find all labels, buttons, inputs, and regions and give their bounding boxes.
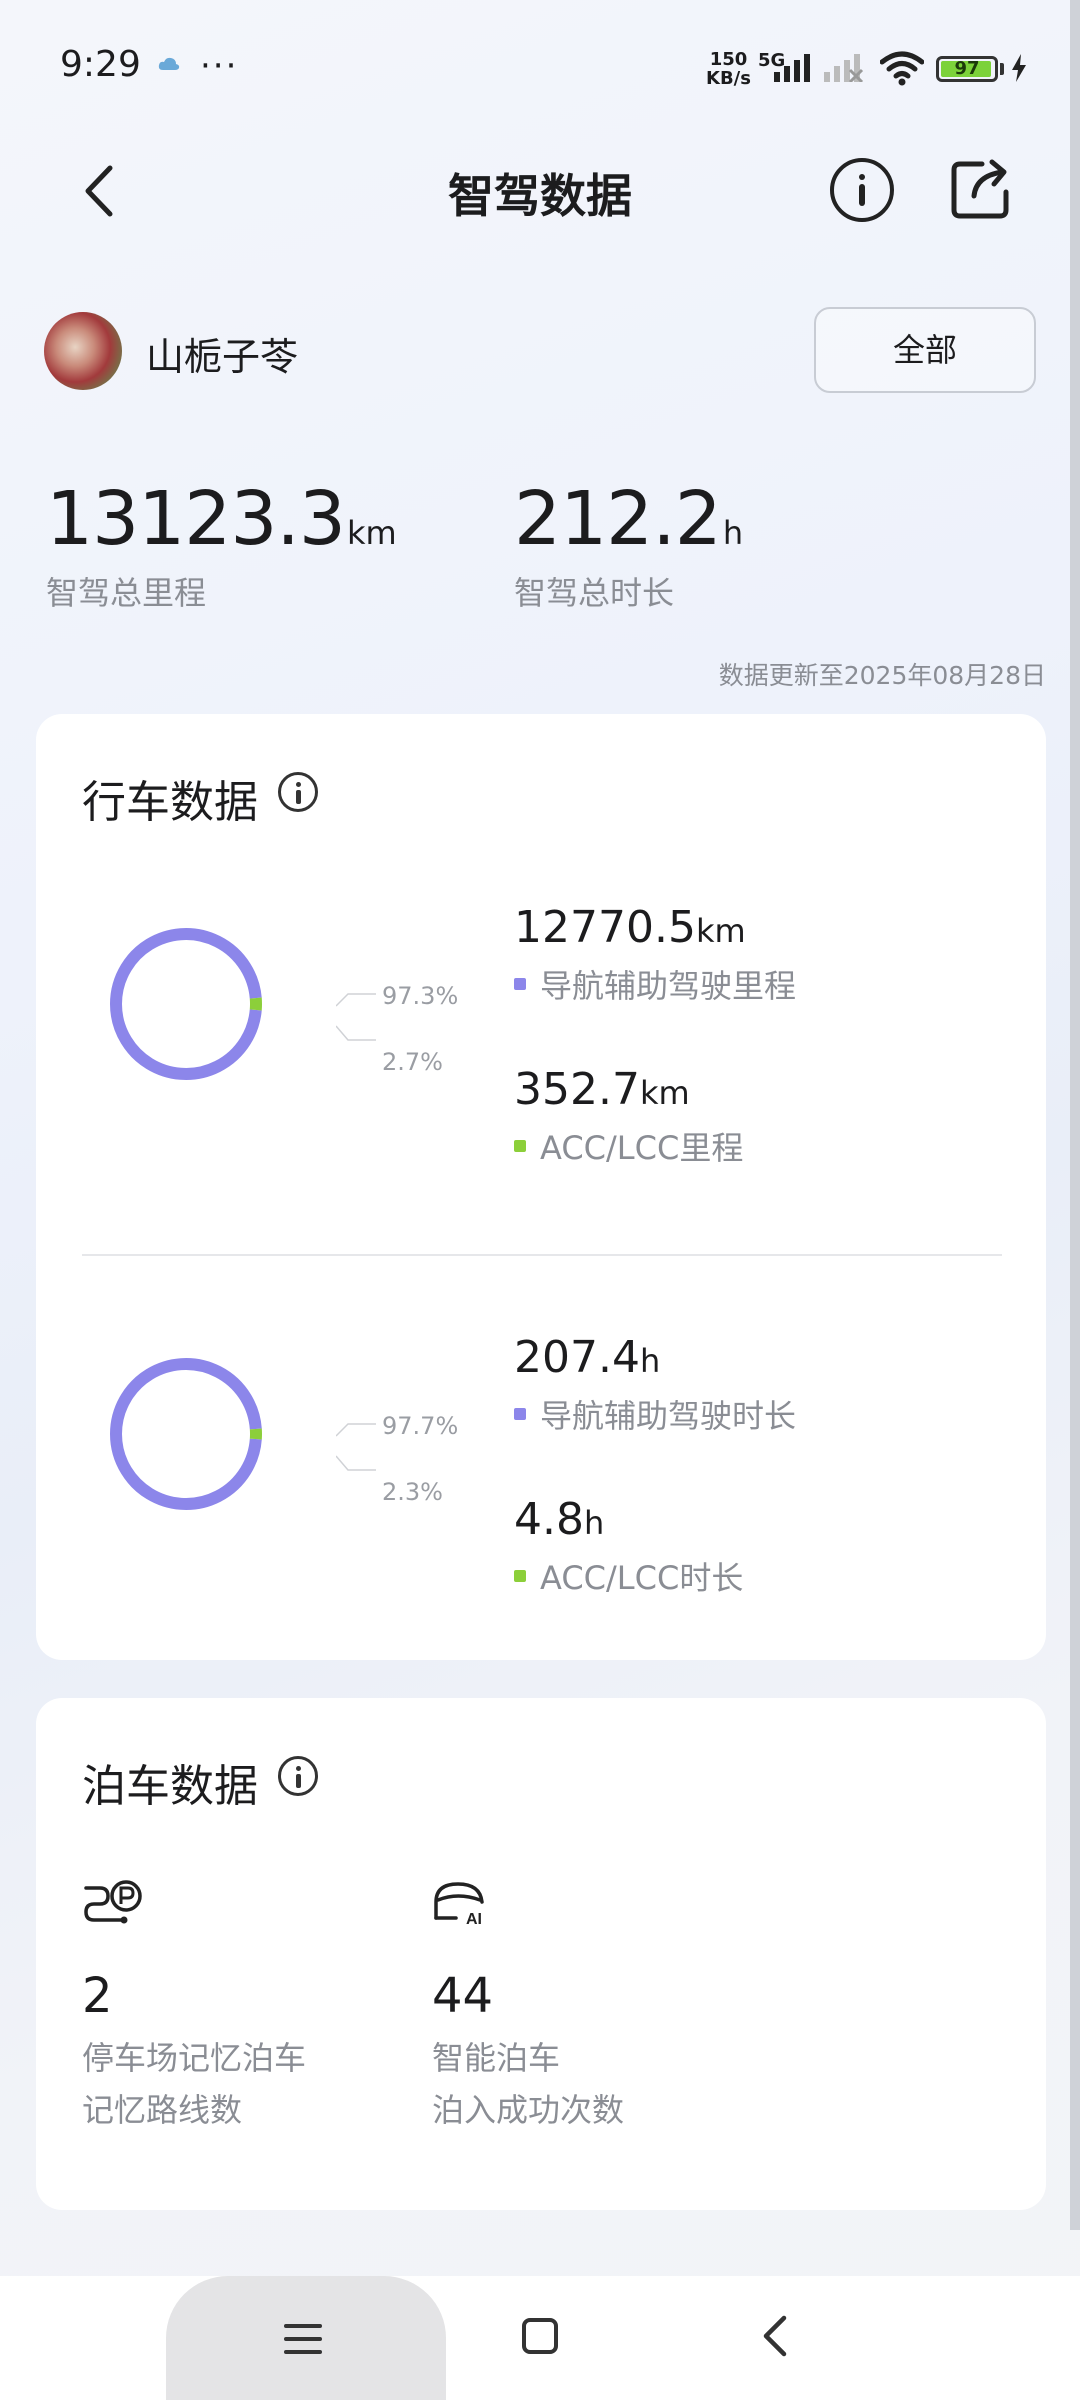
acc-duration-value: 4.8 [514, 1494, 584, 1545]
acc-duration-unit: h [583, 1504, 605, 1542]
nav-mileage-value: 12770.5 [514, 902, 696, 953]
duration-nav-pct: 97.7% [382, 1412, 459, 1440]
mileage-nav-slice [110, 928, 262, 1080]
driving-data-card: 行车数据 97.3% 2.7% 12770.5km 导航辅助驾驶里程 352.7… [36, 714, 1046, 1660]
update-note: 数据更新至2025年08月28日 [718, 661, 1046, 690]
total-duration: 212.2h 智驾总时长 [514, 476, 744, 612]
parking-route-icon [84, 1880, 142, 1924]
nav-back-button[interactable] [756, 2312, 792, 2360]
nav-mileage-unit: km [695, 912, 746, 950]
menu-icon [284, 2324, 322, 2363]
driving-info-icon[interactable] [278, 772, 318, 812]
parking-info-icon[interactable] [278, 1756, 318, 1796]
memory-route-count: 2 [82, 1968, 113, 2024]
memory-parking-label: 停车场记忆泊车 记忆路线数 [82, 2039, 307, 2129]
status-time: 9:29 [60, 44, 141, 85]
acc-mileage-unit: km [639, 1074, 690, 1112]
cloud-icon [158, 57, 180, 70]
recents-button[interactable] [166, 2276, 446, 2400]
acc-mileage-metric: 352.7km ACC/LCC里程 [514, 1064, 743, 1169]
share-button[interactable] [948, 156, 1014, 222]
username: 山栀子苓 [146, 335, 299, 379]
driving-card-title: 行车数据 [82, 777, 258, 828]
mileage-acc-pct: 2.7% [382, 1048, 443, 1076]
charging-icon [1012, 54, 1026, 82]
page-title: 智驾数据 [448, 169, 632, 223]
mileage-donut-chart [110, 928, 262, 1080]
avatar[interactable] [44, 312, 122, 390]
total-mileage-value: 13123.3 [46, 476, 346, 562]
svg-text:AI: AI [466, 1911, 482, 1928]
total-mileage-unit: km [347, 514, 397, 552]
nav-duration-metric: 207.4h 导航辅助驾驶时长 [514, 1332, 796, 1437]
home-button[interactable] [522, 2318, 558, 2354]
signal-weak-icon [824, 54, 864, 82]
total-mileage-label: 智驾总里程 [46, 574, 207, 612]
acc-mileage-value: 352.7 [514, 1064, 640, 1115]
parking-card-title: 泊车数据 [82, 1761, 258, 1812]
smart-parking-label: 智能泊车 泊入成功次数 [432, 2039, 625, 2129]
total-duration-label: 智驾总时长 [514, 574, 675, 612]
more-icon: ··· [200, 46, 239, 86]
scrollbar[interactable] [1070, 0, 1080, 2230]
nav-mileage-label: 导航辅助驾驶里程 [540, 967, 797, 1005]
smart-parking-count: 44 [432, 1968, 494, 2024]
nav-duration-unit: h [639, 1342, 661, 1380]
signal-icon [774, 54, 810, 82]
acc-duration-label: ACC/LCC时长 [540, 1559, 744, 1597]
total-mileage: 13123.3km 智驾总里程 [46, 476, 397, 612]
duration-acc-pct: 2.3% [382, 1478, 443, 1506]
total-duration-value: 212.2 [514, 476, 722, 562]
duration-nav-slice [110, 1358, 262, 1510]
battery-icon: 97 [936, 56, 998, 82]
net-speed: 150 KB/s [706, 49, 751, 89]
battery-nub [1000, 63, 1004, 75]
filter-button[interactable]: 全部 [814, 307, 1036, 393]
acc-duration-metric: 4.8h ACC/LCC时长 [514, 1494, 743, 1599]
nav-mileage-metric: 12770.5km 导航辅助驾驶里程 [514, 902, 796, 1007]
status-bar: 9:29 ··· 150 KB/s 5G 97 [0, 0, 1080, 140]
duration-donut-chart [110, 1358, 262, 1510]
smart-parking-item: AI 44 智能泊车 泊入成功次数 [432, 1878, 624, 2136]
info-button[interactable] [830, 158, 894, 222]
acc-mileage-label: ACC/LCC里程 [540, 1129, 744, 1167]
total-duration-unit: h [722, 514, 744, 552]
card-divider [82, 1254, 1002, 1256]
memory-parking-item: 2 停车场记忆泊车 记忆路线数 [82, 1878, 306, 2136]
mileage-nav-pct: 97.3% [382, 982, 459, 1010]
mileage-leader-lines [336, 993, 376, 1041]
parking-data-card: 泊车数据 2 停车场记忆泊车 记忆路线数 AI 44 智能泊车 泊入成功次数 [36, 1698, 1046, 2210]
nav-duration-label: 导航辅助驾驶时长 [540, 1397, 797, 1435]
wifi-icon [880, 51, 924, 86]
nav-duration-value: 207.4 [514, 1332, 640, 1383]
ai-parking-icon: AI [434, 1882, 484, 1928]
duration-leader-lines [336, 1423, 376, 1471]
